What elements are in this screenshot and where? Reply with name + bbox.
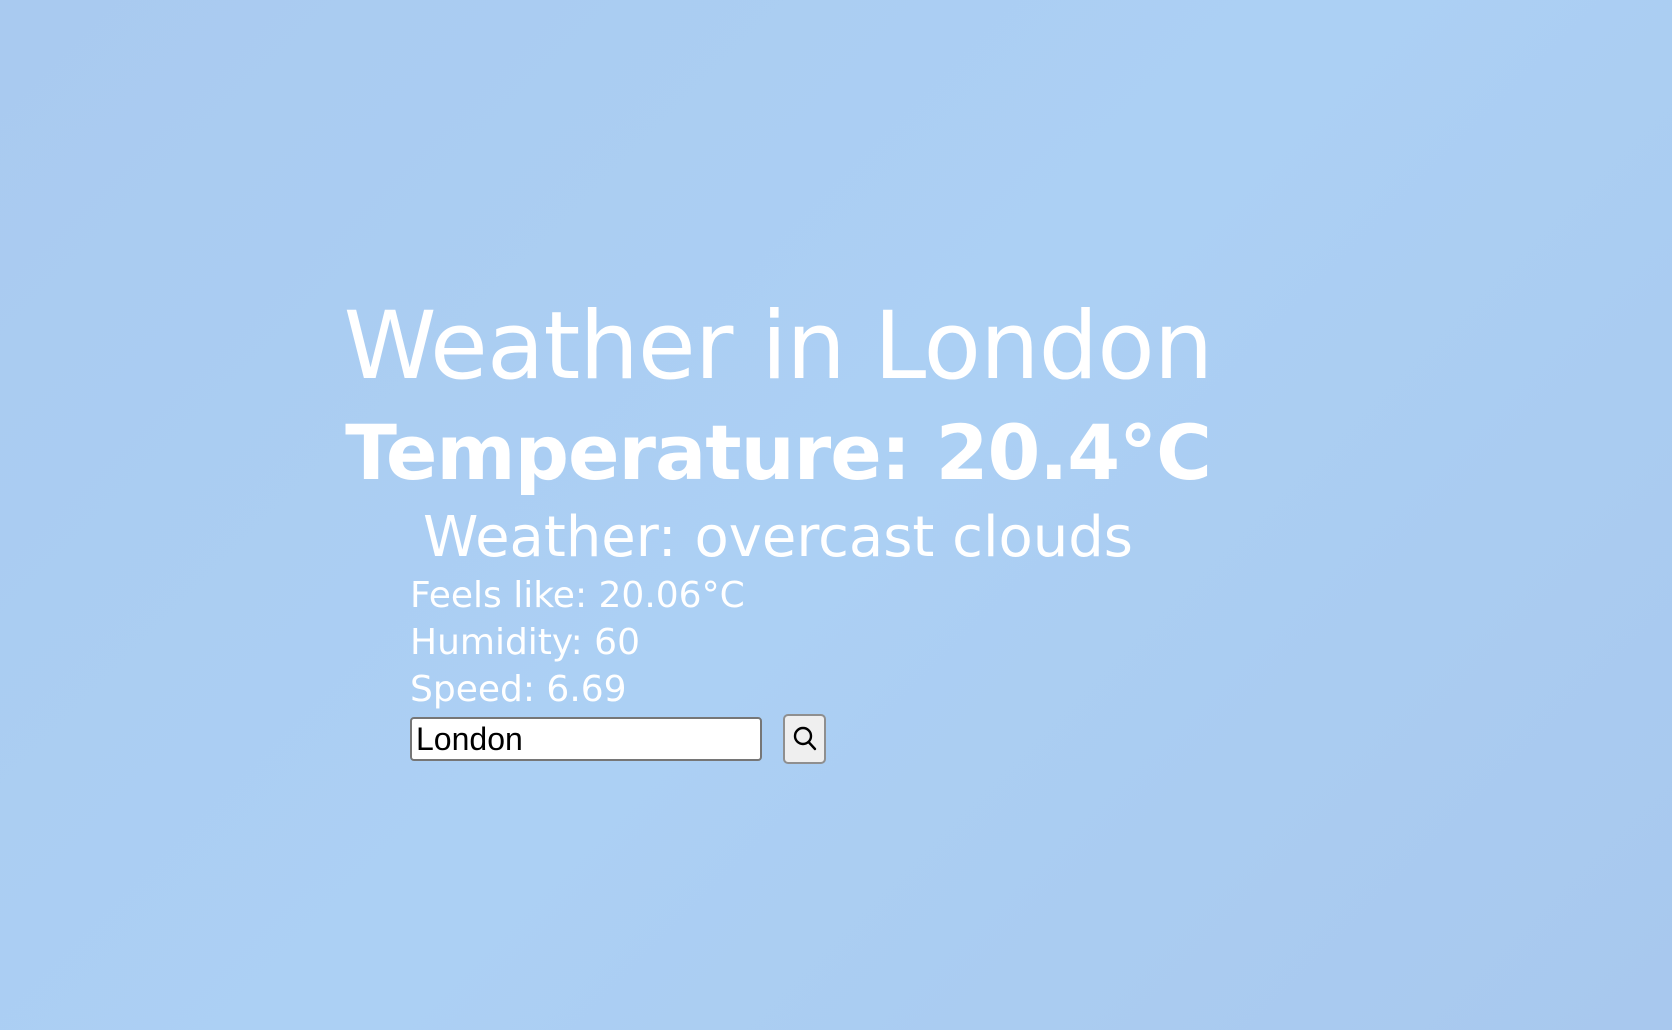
city-search-input[interactable] <box>410 717 762 761</box>
page-title: Weather in London <box>343 292 1214 401</box>
humidity-text: Humidity: 60 <box>410 622 640 663</box>
search-icon <box>792 725 818 753</box>
search-button[interactable] <box>783 714 826 764</box>
temperature-text: Temperature: 20.4°C <box>345 408 1212 497</box>
wind-speed-text: Speed: 6.69 <box>410 669 627 710</box>
feels-like-text: Feels like: 20.06°C <box>410 575 745 616</box>
weather-description: Weather: overcast clouds <box>423 505 1133 570</box>
